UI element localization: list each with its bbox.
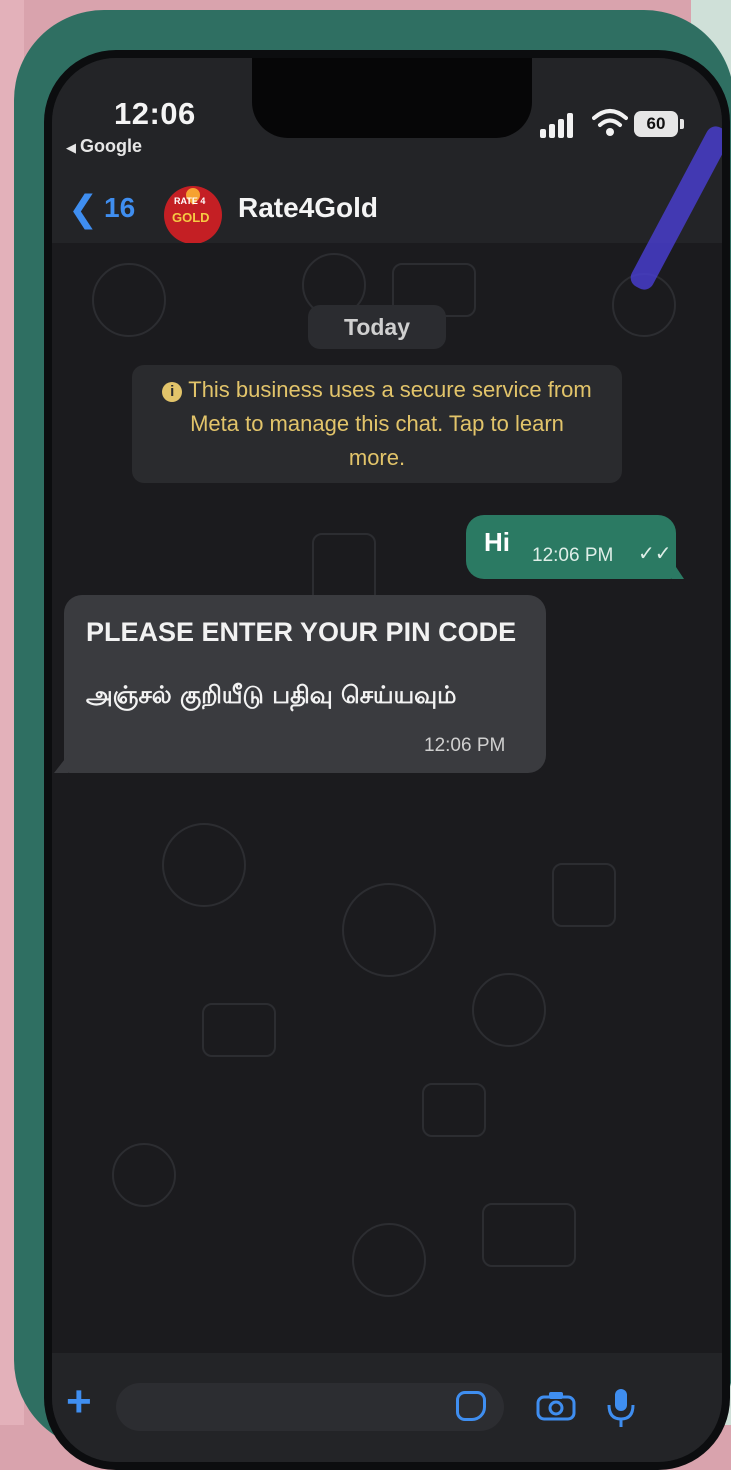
camera-notch: [252, 58, 532, 138]
bubble-tail: [54, 755, 68, 773]
chat-header: ❮ 16 RATE 4 GOLD Rate4Gold: [52, 178, 722, 244]
info-icon: i: [162, 382, 183, 402]
notice-text: This business uses a secure service from…: [188, 377, 592, 470]
wallpaper-doodle: [482, 1203, 576, 1267]
unread-count[interactable]: 16: [104, 192, 135, 224]
wallpaper-doodle: [92, 263, 166, 337]
message-time: 12:06 PM: [532, 545, 614, 566]
contact-name[interactable]: Rate4Gold: [238, 192, 378, 224]
chat-area: Today i This business uses a secure servi…: [52, 243, 722, 1353]
contact-avatar[interactable]: RATE 4 GOLD: [164, 186, 222, 244]
camera-icon[interactable]: [536, 1391, 576, 1421]
phone-body: 12:06 ◀ Google 60 ❮ 16 RATE 4 GOLD Rate4…: [44, 50, 730, 1470]
read-receipt-icon: ✓✓: [638, 543, 672, 565]
battery-tip: [680, 119, 684, 129]
wallpaper-doodle: [352, 1223, 426, 1297]
wallpaper-doodle: [552, 863, 616, 927]
attach-plus-icon[interactable]: +: [66, 1377, 92, 1427]
business-notice[interactable]: i This business uses a secure service fro…: [132, 365, 622, 483]
back-triangle-icon: ◀: [66, 140, 76, 155]
outgoing-message-bubble[interactable]: Hi 12:06 PM ✓✓: [466, 515, 676, 579]
avatar-text-bottom: GOLD: [172, 210, 210, 225]
back-to-app-link[interactable]: ◀ Google: [66, 136, 142, 157]
phone-case: 12:06 ◀ Google 60 ❮ 16 RATE 4 GOLD Rate4…: [14, 10, 731, 1470]
avatar-text-top: RATE 4: [174, 196, 206, 206]
microphone-icon[interactable]: [606, 1387, 636, 1429]
message-time: 12:06 PM: [424, 735, 506, 756]
wallpaper-doodle: [202, 1003, 276, 1057]
wallpaper-doodle: [422, 1083, 486, 1137]
wallpaper-doodle: [342, 883, 436, 977]
top-bar: 12:06 ◀ Google 60 ❮ 16 RATE 4 GOLD Rate4…: [52, 58, 722, 244]
message-text-secondary: அஞ்சல் குறியீடு பதிவு செய்யவும்: [86, 681, 457, 709]
wifi-icon: [592, 109, 628, 136]
sticker-icon[interactable]: [456, 1391, 486, 1421]
incoming-message-bubble[interactable]: PLEASE ENTER YOUR PIN CODE அஞ்சல் குறியீ…: [64, 595, 546, 773]
message-input[interactable]: [116, 1383, 504, 1431]
status-time: 12:06: [114, 96, 196, 131]
back-app-label: Google: [80, 136, 142, 156]
wallpaper-doodle: [112, 1143, 176, 1207]
wallpaper-doodle: [472, 973, 546, 1047]
back-chevron-icon[interactable]: ❮: [68, 188, 98, 230]
message-text: PLEASE ENTER YOUR PIN CODE: [86, 617, 517, 647]
wallpaper-doodle: [162, 823, 246, 907]
date-separator: Today: [308, 305, 446, 349]
screen: 12:06 ◀ Google 60 ❮ 16 RATE 4 GOLD Rate4…: [52, 58, 722, 1462]
cellular-signal-icon: [540, 112, 580, 138]
battery-icon: 60: [634, 111, 678, 137]
message-composer: +: [52, 1353, 722, 1462]
message-text: Hi: [484, 527, 510, 557]
bubble-tail: [672, 561, 684, 579]
